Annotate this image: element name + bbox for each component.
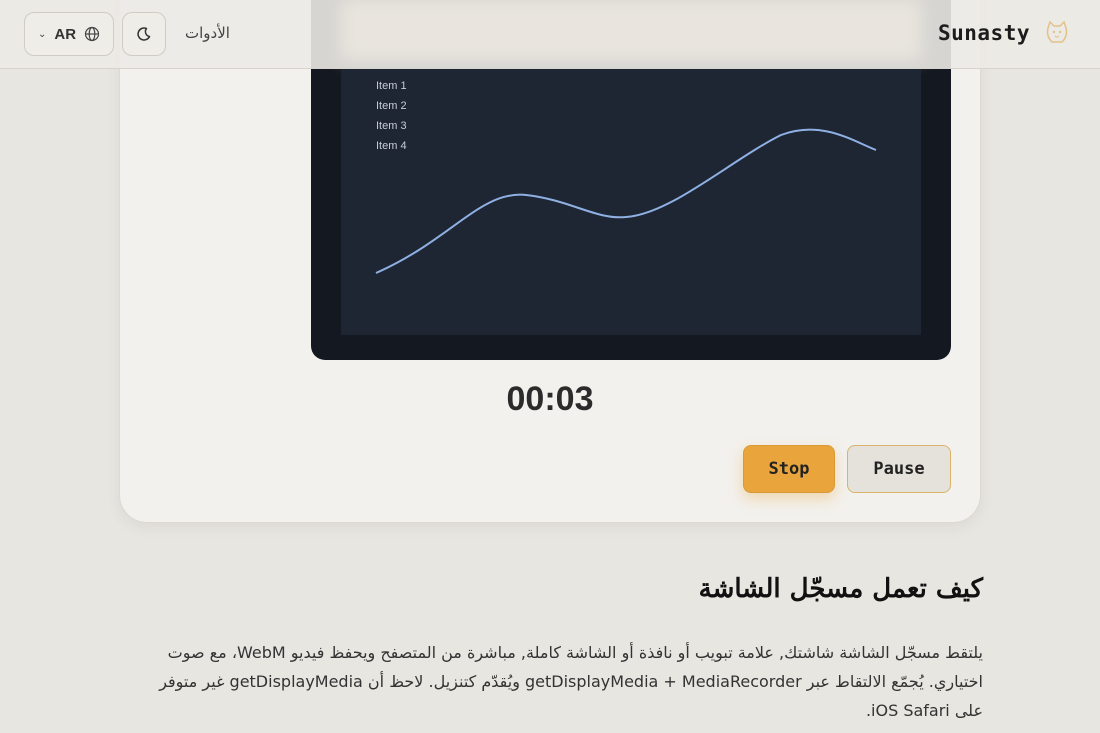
brand[interactable]: Sunasty [938, 18, 1072, 48]
stop-button[interactable]: Stop [743, 445, 835, 493]
theme-toggle-button[interactable] [122, 12, 166, 56]
tools-link[interactable]: الأدوات [185, 24, 230, 42]
brand-name: Sunasty [937, 21, 1030, 45]
cat-logo-icon [1046, 20, 1068, 43]
chevron-down-icon: ⌄ [37, 28, 47, 40]
language-selector[interactable]: ⌄ AR [24, 12, 114, 56]
top-header: Sunasty الأدوات ⌄ AR [0, 0, 1100, 69]
moon-icon [137, 27, 151, 41]
globe-icon [84, 26, 100, 42]
article-body: يلتقط مسجّل الشاشة شاشتك, علامة تبويب أو… [159, 643, 983, 720]
recording-timer: 00:03 [506, 380, 594, 418]
pause-button[interactable]: Pause [847, 445, 951, 493]
language-code: AR [54, 25, 77, 43]
article-title: كيف تعمل مسجّل الشاشة [698, 574, 983, 604]
